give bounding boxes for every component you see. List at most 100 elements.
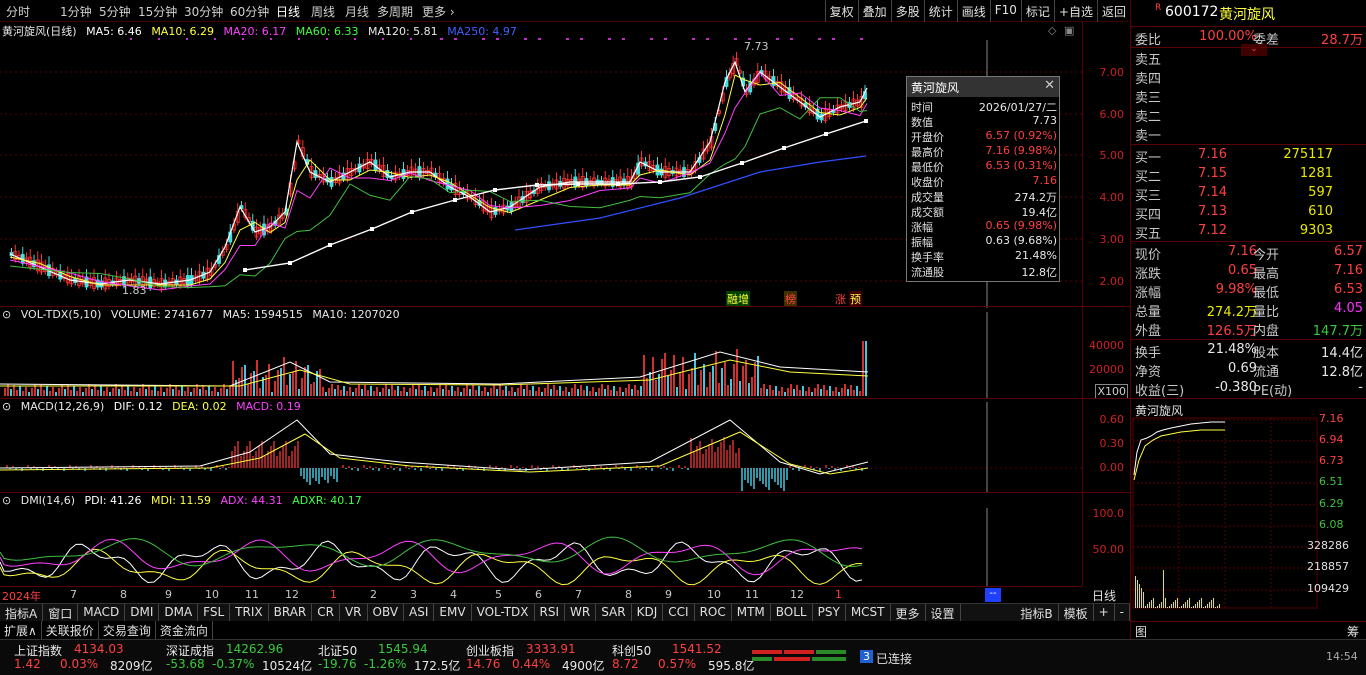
xtick: 11 — [245, 588, 259, 601]
tab-wr[interactable]: WR — [565, 604, 597, 621]
tab-mtm[interactable]: MTM — [732, 604, 771, 621]
tab-kdj[interactable]: KDJ — [632, 604, 664, 621]
tool-mark[interactable]: 标记 — [1020, 0, 1054, 22]
tab-window[interactable]: 窗口 — [43, 604, 79, 621]
period-tab-more[interactable]: 更多 › — [422, 3, 455, 20]
tab-template[interactable]: 模板 — [1059, 604, 1094, 621]
volume-bar — [301, 378, 303, 396]
volume-bar — [409, 388, 411, 396]
buy-row[interactable]: 买二 7.15 1281 — [1131, 165, 1366, 185]
volume-bar — [163, 392, 165, 396]
divider — [1131, 26, 1366, 27]
buy-row[interactable]: 买三 7.14 597 — [1131, 184, 1366, 204]
mini-volume-tick: 109429 — [1307, 582, 1349, 595]
volume-bar — [460, 392, 462, 396]
popup-value: 21.48% — [1015, 249, 1057, 262]
clock: 14:54 — [1326, 650, 1358, 663]
tab-vol-tdx[interactable]: VOL-TDX — [472, 604, 535, 621]
period-tab-daily[interactable]: 日线 — [276, 3, 300, 20]
tab-cci[interactable]: CCI — [663, 604, 695, 621]
volume-bar — [532, 386, 534, 396]
tab-indicator-b[interactable]: 指标B — [1015, 604, 1059, 621]
tab-more[interactable]: 更多 — [891, 604, 926, 621]
connection-status[interactable]: 已连接 — [876, 650, 912, 667]
tool-overlay[interactable]: 叠加 — [857, 0, 891, 22]
volume-bar — [721, 368, 723, 396]
tab-obv[interactable]: OBV — [368, 604, 405, 621]
volume-bar — [481, 391, 483, 396]
period-tab-1min[interactable]: 1分钟 — [60, 3, 92, 20]
mini-volume-bar — [1147, 604, 1148, 608]
volume-bar — [457, 387, 459, 396]
tab-fund-flow[interactable]: 资金流向 — [156, 621, 213, 639]
chart-icon[interactable]: 图 — [1135, 623, 1147, 640]
tool-back[interactable]: 返回 — [1096, 0, 1130, 22]
volume-bar — [604, 389, 606, 396]
tab-trade-query[interactable]: 交易查询 — [99, 621, 156, 639]
tab-related-quotes[interactable]: 关联报价 — [42, 621, 99, 639]
period-tab-monthly[interactable]: 月线 — [345, 3, 369, 20]
tab-roc[interactable]: ROC — [695, 604, 732, 621]
tool-add-watchlist[interactable]: +自选 — [1053, 0, 1097, 22]
volume-bar — [538, 387, 540, 396]
xtick: 10 — [205, 588, 219, 601]
tab-macd[interactable]: MACD — [78, 604, 126, 621]
period-tab-5min[interactable]: 5分钟 — [99, 3, 131, 20]
tab-brar[interactable]: BRAR — [269, 604, 313, 621]
volume-bar — [85, 388, 87, 396]
tool-f10[interactable]: F10 — [989, 0, 1021, 22]
tab-trix[interactable]: TRIX — [230, 604, 269, 621]
signal-marker — [326, 38, 328, 40]
remove-panel-button[interactable]: - — [1115, 604, 1130, 621]
popup-row: 流通股 12.8亿 — [911, 264, 1057, 279]
quote-key: 涨跌 — [1135, 267, 1162, 282]
volume-bar — [298, 389, 300, 396]
tab-indicator-a[interactable]: 指标A — [0, 604, 44, 621]
volume-bar — [595, 392, 597, 396]
volume-bar — [616, 391, 618, 396]
tab-boll[interactable]: BOLL — [771, 604, 813, 621]
buy-row[interactable]: 买一 7.16 275117 — [1131, 146, 1366, 166]
tab-sar[interactable]: SAR — [596, 604, 632, 621]
tab-cr[interactable]: CR — [312, 604, 340, 621]
period-tab-15min[interactable]: 15分钟 — [138, 3, 177, 20]
popup-key: 最低价 — [911, 161, 944, 174]
trade-icon[interactable]: 筹 — [1347, 623, 1359, 640]
mini-volume-bar — [1159, 604, 1160, 608]
period-tab-fenshi[interactable]: 分时 — [6, 3, 30, 20]
volume-bar — [715, 351, 717, 396]
period-tab-multi[interactable]: 多周期 — [377, 3, 413, 20]
tab-dmi[interactable]: DMI — [125, 604, 160, 621]
volume-bar — [247, 384, 249, 396]
tab-emv[interactable]: EMV — [434, 604, 472, 621]
add-panel-button[interactable]: + — [1094, 604, 1115, 621]
tab-mcst[interactable]: MCST — [846, 604, 891, 621]
volume-bar — [340, 390, 342, 396]
tool-fuquan[interactable]: 复权 — [824, 0, 858, 22]
period-tab-weekly[interactable]: 周线 — [311, 3, 335, 20]
popup-value: 274.2万 — [1014, 191, 1058, 204]
volume-bar — [16, 390, 18, 396]
volume-bar — [832, 391, 834, 396]
period-tab-60min[interactable]: 60分钟 — [230, 3, 269, 20]
buy-row[interactable]: 买五 7.12 9303 — [1131, 222, 1366, 242]
tool-multi-stock[interactable]: 多股 — [890, 0, 924, 22]
index-amount: 595.8亿 — [708, 659, 755, 673]
tool-draw[interactable]: 画线 — [956, 0, 990, 22]
divider — [1131, 241, 1366, 242]
tab-psy[interactable]: PSY — [813, 604, 846, 621]
close-icon[interactable]: ✕ — [1044, 78, 1055, 93]
buy-row[interactable]: 买四 7.13 610 — [1131, 203, 1366, 223]
volume-bar — [394, 390, 396, 396]
volume-bar — [784, 392, 786, 396]
tab-settings[interactable]: 设置 — [926, 604, 961, 621]
tab-asi[interactable]: ASI — [404, 604, 435, 621]
tab-rsi[interactable]: RSI — [535, 604, 566, 621]
period-tab-30min[interactable]: 30分钟 — [184, 3, 223, 20]
tab-vr[interactable]: VR — [340, 604, 368, 621]
tool-stats[interactable]: 统计 — [923, 0, 957, 22]
tab-expand[interactable]: 扩展∧ — [0, 621, 42, 639]
signal-marker — [664, 38, 667, 40]
tab-dma[interactable]: DMA — [159, 604, 199, 621]
tab-fsl[interactable]: FSL — [198, 604, 231, 621]
